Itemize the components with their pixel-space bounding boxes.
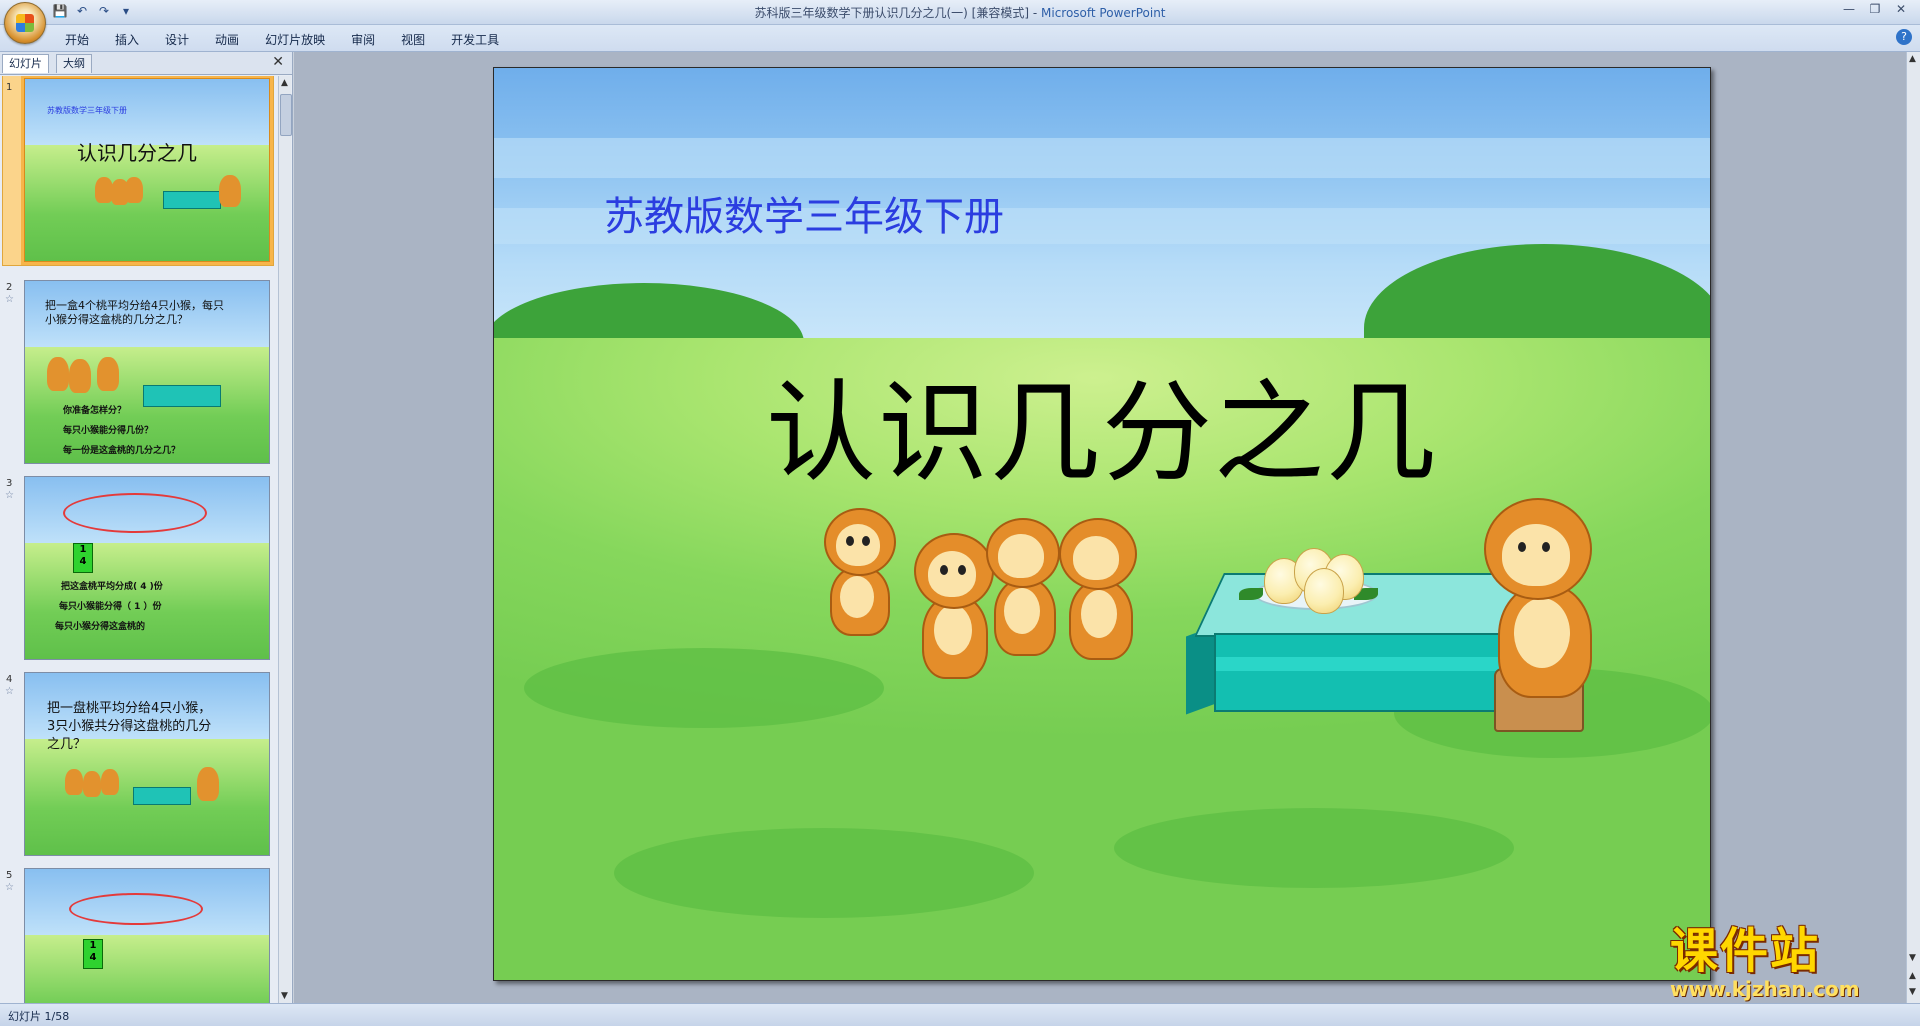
fraction-badge: 14: [73, 543, 93, 573]
slide-thumbnail-2[interactable]: 把一盒4个桃平均分给4只小猴，每只 小猴分得这盒桃的几分之几？ 你准备怎样分？ …: [24, 280, 270, 464]
slide-thumbnail-1[interactable]: 苏教版数学三年级下册 认识几分之几: [24, 78, 270, 262]
minimize-icon[interactable]: —: [1836, 0, 1862, 18]
tab-slideshow[interactable]: 幻灯片放映: [252, 29, 338, 50]
slide-thumbnail-5[interactable]: 14: [24, 868, 270, 1003]
slide-subtitle[interactable]: 苏教版数学三年级下册: [604, 184, 1004, 242]
document-title: 苏科版三年级数学下册认识几分之几(一) [兼容模式] -: [754, 6, 1041, 20]
thumb-title: 认识几分之几: [77, 141, 197, 165]
peach: [1304, 568, 1344, 614]
tab-review[interactable]: 审阅: [338, 29, 388, 50]
slide-thumbnail-3[interactable]: 14 把这盒桃平均分成( 4 )份 每只小猴能分得（ 1 ）份 每只小猴分得这盒…: [24, 476, 270, 660]
slide-number: 1: [6, 82, 13, 93]
slide-number: 3: [6, 478, 13, 489]
office-logo-icon: [16, 14, 34, 32]
scroll-up-icon[interactable]: ▲: [1909, 54, 1916, 64]
window-title: 苏科版三年级数学下册认识几分之几(一) [兼容模式] - Microsoft P…: [0, 4, 1920, 21]
thumbnail-scrollbar[interactable]: ▲ ▼: [278, 76, 292, 1003]
fraction-badge: 14: [83, 939, 103, 969]
watermark-logo: 课件站 www.kjzhan.com: [1670, 925, 1910, 1005]
slide-number: 4: [6, 674, 13, 685]
animation-star-icon: ☆: [5, 294, 14, 305]
slide-number: 5: [6, 870, 13, 881]
scroll-down-icon[interactable]: ▼: [281, 991, 288, 1001]
tab-design[interactable]: 设计: [152, 29, 202, 50]
close-icon[interactable]: ✕: [1888, 0, 1914, 18]
watermark-brand: 课件站: [1670, 923, 1821, 979]
scrollbar-thumb[interactable]: [280, 94, 292, 136]
tab-home[interactable]: 开始: [52, 29, 102, 50]
tab-slides[interactable]: 幻灯片: [2, 54, 49, 73]
slides-panel: 幻灯片 大纲 ✕ 1 苏教版数学三年级下册 认识几分之几 2 ☆ 把一盒4个桃平…: [0, 52, 293, 1003]
watermark-url: www.kjzhan.com: [1670, 977, 1860, 1001]
tab-view[interactable]: 视图: [388, 29, 438, 50]
tab-insert[interactable]: 插入: [102, 29, 152, 50]
next-slide-icon[interactable]: ▼: [1909, 987, 1916, 997]
ribbon-tabs: 开始 插入 设计 动画 幻灯片放映 审阅 视图 开发工具: [52, 29, 512, 50]
close-panel-icon[interactable]: ✕: [272, 54, 284, 70]
animation-star-icon: ☆: [5, 686, 14, 697]
maximize-icon[interactable]: ❐: [1862, 0, 1888, 18]
app-name: Microsoft PowerPoint: [1041, 6, 1166, 20]
thumb-subtitle: 苏教版数学三年级下册: [47, 106, 127, 115]
window-controls: — ❐ ✕: [1836, 0, 1914, 18]
animation-star-icon: ☆: [5, 490, 14, 501]
scroll-down-icon[interactable]: ▼: [1909, 953, 1916, 963]
tab-developer[interactable]: 开发工具: [438, 29, 512, 50]
slide-scrollbar[interactable]: ▲ ▼ ▲ ▼: [1906, 52, 1920, 1003]
help-icon[interactable]: ?: [1896, 29, 1912, 45]
tab-animations[interactable]: 动画: [202, 29, 252, 50]
panel-tabs: 幻灯片 大纲 ✕: [0, 52, 292, 75]
animation-star-icon: ☆: [5, 882, 14, 893]
office-button[interactable]: [4, 2, 46, 44]
ribbon: 开始 插入 设计 动画 幻灯片放映 审阅 视图 开发工具 ?: [0, 25, 1920, 52]
slide-counter: 幻灯片 1/58: [8, 1010, 70, 1023]
title-bar: 💾 ↶ ↷ ▾ 苏科版三年级数学下册认识几分之几(一) [兼容模式] - Mic…: [0, 0, 1920, 25]
thumbnail-list: 1 苏教版数学三年级下册 认识几分之几 2 ☆ 把一盒4个桃平均分给4只小猴，每…: [0, 76, 276, 1003]
status-bar: 幻灯片 1/58: [0, 1003, 1920, 1026]
previous-slide-icon[interactable]: ▲: [1909, 971, 1916, 981]
slide-number: 2: [6, 282, 13, 293]
scroll-up-icon[interactable]: ▲: [281, 78, 288, 88]
tab-outline[interactable]: 大纲: [56, 54, 92, 73]
slide-title[interactable]: 认识几分之几: [494, 343, 1710, 503]
current-slide[interactable]: 苏教版数学三年级下册 认识几分之几: [493, 67, 1711, 981]
slide-thumbnail-4[interactable]: 把一盘桃平均分给4只小猴， 3只小猴共分得这盘桃的几分 之几？: [24, 672, 270, 856]
